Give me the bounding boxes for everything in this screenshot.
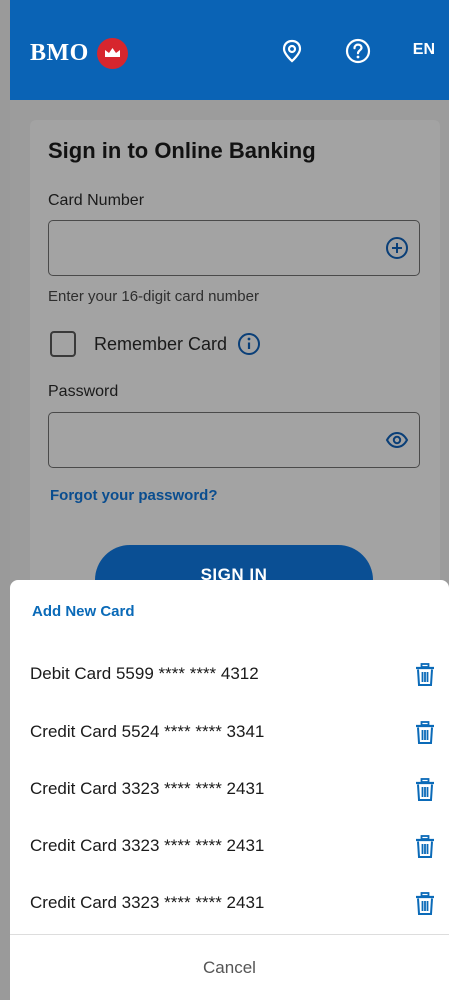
bmo-roundel-icon	[96, 37, 128, 69]
saved-cards-sheet: Add New Card Debit Card 5599 **** **** 4…	[10, 580, 449, 1000]
eye-icon[interactable]	[385, 428, 409, 452]
bmo-logo[interactable]: BMO	[30, 33, 128, 73]
trash-icon[interactable]	[414, 663, 436, 687]
sign-in-card: Sign in to Online Banking Card Number En…	[30, 120, 440, 615]
trash-icon[interactable]	[414, 721, 436, 745]
saved-card-label: Credit Card 3323 **** **** 2431	[30, 779, 265, 798]
forgot-password-link[interactable]: Forgot your password?	[50, 487, 218, 504]
saved-card-label: Debit Card 5599 **** **** 4312	[30, 664, 259, 683]
remember-card-label: Remember Card	[94, 333, 228, 354]
saved-card-row[interactable]: Credit Card 5524 **** **** 3341	[10, 706, 449, 764]
password-field[interactable]	[48, 412, 420, 468]
add-new-card-button[interactable]: Add New Card	[32, 603, 135, 620]
app-screen: BMO EN Sign in to Online Banking Card Nu…	[0, 0, 449, 1000]
plus-circle-icon[interactable]	[385, 236, 409, 260]
card-number-field[interactable]	[48, 220, 420, 276]
saved-card-row[interactable]: Credit Card 3323 **** **** 2431	[10, 877, 449, 935]
brand-wordmark: BMO	[30, 39, 89, 66]
page-title: Sign in to Online Banking	[48, 138, 316, 163]
left-gutter	[0, 0, 10, 1000]
cancel-button[interactable]: Cancel	[10, 958, 449, 978]
saved-card-row[interactable]: Credit Card 3323 **** **** 2431	[10, 820, 449, 878]
card-number-hint: Enter your 16-digit card number	[48, 288, 259, 305]
top-app-bar: BMO EN	[10, 0, 449, 100]
sheet-divider	[10, 934, 449, 935]
card-number-label: Card Number	[48, 192, 145, 209]
help-circle-icon[interactable]	[345, 38, 371, 64]
saved-card-label: Credit Card 3323 **** **** 2431	[30, 893, 265, 912]
saved-card-label: Credit Card 5524 **** **** 3341	[30, 722, 265, 741]
language-toggle[interactable]: EN	[413, 41, 435, 59]
trash-icon[interactable]	[414, 778, 436, 802]
info-icon[interactable]	[237, 332, 261, 356]
remember-card-checkbox[interactable]	[50, 331, 76, 357]
trash-icon[interactable]	[414, 892, 436, 916]
saved-card-row[interactable]: Debit Card 5599 **** **** 4312	[10, 648, 449, 706]
saved-card-label: Credit Card 3323 **** **** 2431	[30, 836, 265, 855]
location-pin-icon[interactable]	[279, 38, 305, 64]
remember-card-row: Remember Card	[50, 331, 261, 357]
trash-icon[interactable]	[414, 835, 436, 859]
password-label: Password	[48, 383, 119, 400]
saved-card-row[interactable]: Credit Card 3323 **** **** 2431	[10, 763, 449, 821]
